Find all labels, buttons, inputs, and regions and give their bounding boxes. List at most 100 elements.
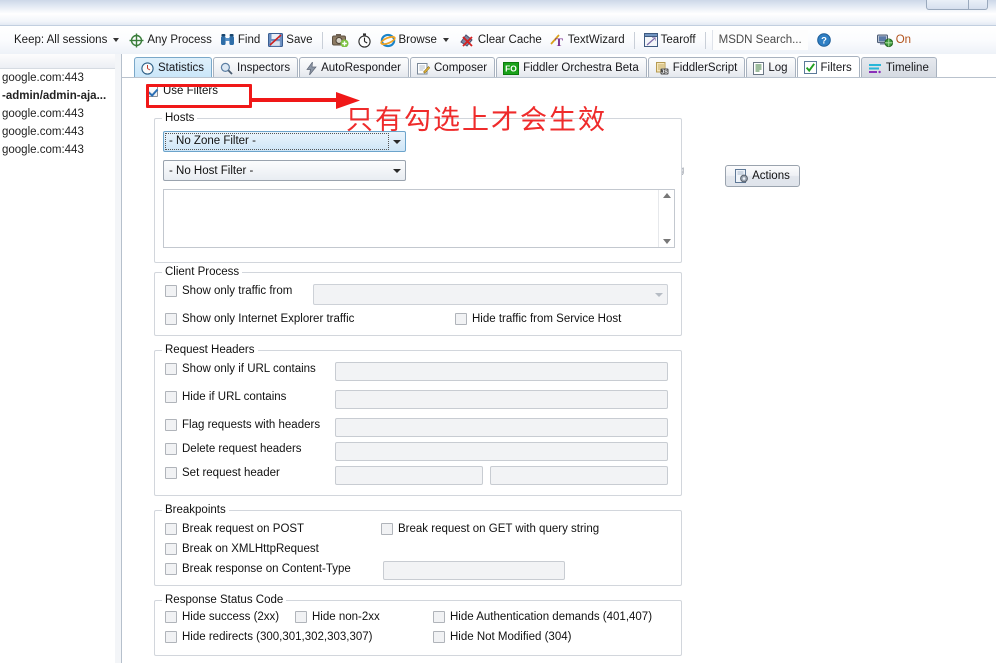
tearoff-button[interactable]: Tearoff	[641, 29, 699, 51]
checkbox-icon[interactable]	[165, 391, 177, 403]
tab-fiddler-orchestra-beta[interactable]: FO Fiddler Orchestra Beta	[496, 57, 647, 78]
hide-redirects-checkbox[interactable]: Hide redirects (300,301,302,303,307)	[165, 631, 373, 643]
checkbox-icon[interactable]	[165, 523, 177, 535]
tab-label: Log	[768, 62, 788, 74]
client-process-group: Client Process Show only traffic from Sh…	[154, 266, 682, 336]
chevron-down-icon[interactable]	[388, 132, 405, 151]
use-filters-checkbox[interactable]: Use Filters	[146, 85, 218, 97]
window-controls-group[interactable]	[926, 0, 988, 10]
delete-request-headers-checkbox[interactable]: Delete request headers	[165, 443, 302, 455]
clear-cache-button[interactable]: Clear Cache	[456, 29, 545, 51]
host-filter-dropdown[interactable]: - No Host Filter -	[163, 160, 406, 181]
checkbox-icon[interactable]	[165, 363, 177, 375]
checkbox-icon[interactable]	[165, 467, 177, 479]
chevron-down-icon[interactable]	[650, 285, 667, 304]
online-status-button[interactable]: On	[874, 29, 914, 51]
timer-button[interactable]	[354, 29, 375, 51]
hide-redirects-label: Hide redirects (300,301,302,303,307)	[182, 631, 373, 643]
hide-if-url-contains-input[interactable]	[335, 390, 668, 409]
checkbox-icon[interactable]	[165, 563, 177, 575]
scroll-down-icon[interactable]	[662, 239, 671, 244]
checkbox-icon[interactable]	[165, 419, 177, 431]
tab-fiddlerscript[interactable]: JS FiddlerScript	[647, 57, 746, 78]
save-disk-icon	[268, 33, 284, 47]
checkbox-icon[interactable]	[146, 85, 158, 97]
checkbox-icon[interactable]	[165, 285, 177, 297]
svg-text:FO: FO	[505, 63, 517, 73]
hide-non2xx-label: Hide non-2xx	[312, 611, 380, 623]
chevron-down-icon[interactable]	[388, 161, 405, 180]
chevron-down-icon[interactable]	[113, 38, 120, 42]
save-label: Save	[286, 34, 313, 46]
show-only-traffic-from-checkbox[interactable]: Show only traffic from	[165, 285, 292, 297]
tab-composer[interactable]: Composer	[410, 57, 496, 78]
break-response-on-content-type-checkbox[interactable]: Break response on Content-Type	[165, 563, 351, 575]
checkbox-icon[interactable]	[433, 631, 445, 643]
delete-request-headers-input[interactable]	[335, 442, 668, 461]
checkbox-icon[interactable]	[165, 443, 177, 455]
show-only-if-url-contains-checkbox[interactable]: Show only if URL contains	[165, 363, 316, 375]
tab-label: AutoResponder	[321, 62, 401, 74]
tab-label: Statistics	[158, 62, 205, 74]
msdn-search-placeholder: MSDN Search...	[718, 34, 802, 46]
tab-timeline[interactable]: Timeline	[860, 57, 937, 78]
browse-chevron-down-icon[interactable]	[442, 38, 449, 42]
capture-screenshot-button[interactable]	[329, 29, 352, 51]
show-only-ie-traffic-checkbox[interactable]: Show only Internet Explorer traffic	[165, 313, 354, 325]
hide-auth-demands-checkbox[interactable]: Hide Authentication demands (401,407)	[433, 611, 652, 623]
hosts-group: Hosts - No Zone Filter - - No Host Filte…	[154, 112, 682, 263]
any-process-button[interactable]: Any Process	[126, 29, 215, 51]
checkbox-icon[interactable]	[165, 313, 177, 325]
checkbox-icon[interactable]	[381, 523, 393, 535]
list-item[interactable]: -admin/admin-aja...	[0, 87, 121, 105]
hide-not-modified-checkbox[interactable]: Hide Not Modified (304)	[433, 631, 571, 643]
break-request-on-get-query-checkbox[interactable]: Break request on GET with query string	[381, 523, 599, 535]
checkbox-icon[interactable]	[295, 611, 307, 623]
host-list-textarea[interactable]	[163, 189, 675, 248]
checkbox-icon[interactable]	[165, 543, 177, 555]
break-response-content-type-input[interactable]	[383, 561, 565, 580]
scroll-up-icon[interactable]	[662, 193, 671, 198]
set-request-header-value-input[interactable]	[490, 466, 668, 485]
hide-success-checkbox[interactable]: Hide success (2xx)	[165, 611, 279, 623]
breakpoints-group: Breakpoints Break request on POST Break …	[154, 504, 682, 586]
show-only-if-url-contains-input[interactable]	[335, 362, 668, 381]
toolbar-divider-1	[321, 31, 323, 49]
tab-inspectors[interactable]: Inspectors	[213, 57, 299, 78]
tab-filters[interactable]: Filters	[796, 56, 860, 78]
hide-service-host-checkbox[interactable]: Hide traffic from Service Host	[455, 313, 621, 325]
checkbox-icon[interactable]	[433, 611, 445, 623]
keep-sessions-dropdown[interactable]: Keep: All sessions	[8, 29, 124, 51]
session-list-scrollbar[interactable]	[115, 54, 121, 663]
session-list[interactable]: google.com:443 -admin/admin-aja... googl…	[0, 54, 122, 663]
break-on-xhr-checkbox[interactable]: Break on XMLHttpRequest	[165, 543, 319, 555]
browse-button[interactable]: Browse	[377, 29, 454, 51]
zone-filter-dropdown[interactable]: - No Zone Filter -	[163, 131, 406, 152]
tab-autoresponder[interactable]: AutoResponder	[299, 57, 409, 78]
hide-if-url-contains-checkbox[interactable]: Hide if URL contains	[165, 391, 286, 403]
checkbox-icon[interactable]	[165, 611, 177, 623]
client-process-dropdown[interactable]	[313, 284, 668, 305]
set-request-header-checkbox[interactable]: Set request header	[165, 467, 280, 479]
flag-requests-with-headers-checkbox[interactable]: Flag requests with headers	[165, 419, 320, 431]
list-item[interactable]: google.com:443	[0, 69, 121, 87]
checkbox-icon[interactable]	[455, 313, 467, 325]
tearoff-label: Tearoff	[660, 34, 696, 46]
textwizard-button[interactable]: T TextWizard	[547, 29, 628, 51]
set-request-header-name-input[interactable]	[335, 466, 483, 485]
actions-button[interactable]: Actions	[725, 165, 800, 187]
save-button[interactable]: Save	[265, 29, 315, 51]
checkbox-icon[interactable]	[165, 631, 177, 643]
msdn-search-input[interactable]: MSDN Search...	[711, 30, 808, 50]
help-button[interactable]: ?	[814, 29, 834, 51]
list-item[interactable]: google.com:443	[0, 105, 121, 123]
list-item[interactable]: google.com:443	[0, 123, 121, 141]
host-list-scrollbar[interactable]	[658, 190, 674, 247]
tab-log[interactable]: Log	[746, 57, 796, 78]
hide-non2xx-checkbox[interactable]: Hide non-2xx	[295, 611, 380, 623]
flag-requests-with-headers-input[interactable]	[335, 418, 668, 437]
break-request-on-post-checkbox[interactable]: Break request on POST	[165, 523, 304, 535]
list-item[interactable]: google.com:443	[0, 141, 121, 159]
find-button[interactable]: Find	[217, 29, 263, 51]
tab-statistics[interactable]: Statistics	[134, 57, 213, 78]
